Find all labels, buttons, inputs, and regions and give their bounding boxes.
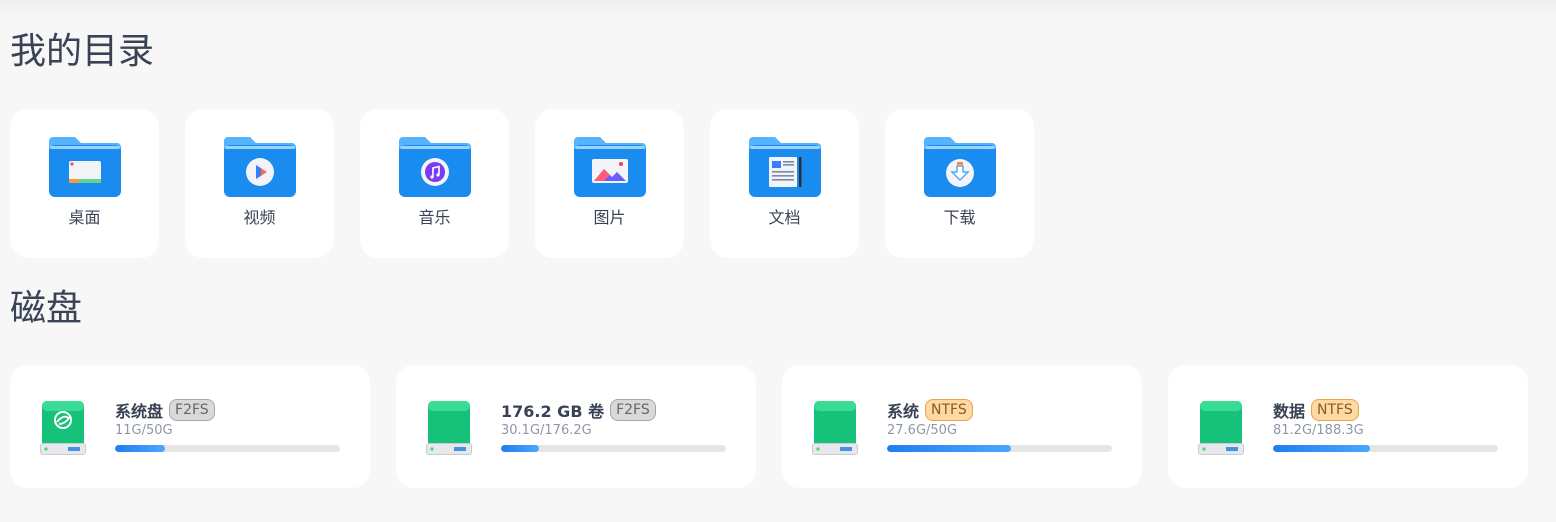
folder-pictures[interactable]: 图片 xyxy=(535,109,684,258)
fs-badge: F2FS xyxy=(610,399,656,421)
disk-usage: 27.6G/50G xyxy=(887,423,958,438)
disk-name: 系统 xyxy=(887,402,920,421)
disk-usage-bar-fill xyxy=(887,445,1011,452)
disks-list: 系统盘 F2FS 11G/50G 176.2 GB 卷 F2FS 30.1G/1… xyxy=(10,365,1528,488)
disk-info: 176.2 GB 卷 F2FS 30.1G/176.2G xyxy=(501,398,726,452)
folder-video[interactable]: 视频 xyxy=(185,109,334,258)
disk-usage-bar xyxy=(501,445,726,452)
fs-badge: NTFS xyxy=(925,399,973,421)
folder-documents[interactable]: 文档 xyxy=(710,109,859,258)
disk-usage-bar xyxy=(887,445,1112,452)
disk-usage-bar xyxy=(115,445,340,452)
disk-usage: 30.1G/176.2G xyxy=(501,423,592,438)
disk-head: 系统盘 F2FS xyxy=(115,398,340,422)
disk-card-system[interactable]: 系统盘 F2FS 11G/50G xyxy=(10,365,370,488)
disk-card-volume[interactable]: 176.2 GB 卷 F2FS 30.1G/176.2G xyxy=(396,365,756,488)
disk-usage: 11G/50G xyxy=(115,423,173,438)
directories-list: 桌面 视频 音乐 图片 文档 下载 xyxy=(10,109,1034,258)
system-disk-icon xyxy=(40,401,86,455)
disk-icon xyxy=(1198,401,1244,455)
disk-name: 系统盘 xyxy=(115,402,164,421)
disk-usage-bar-fill xyxy=(501,445,540,452)
folder-music[interactable]: 音乐 xyxy=(360,109,509,258)
disk-info: 数据 NTFS 81.2G/188.3G xyxy=(1273,398,1498,452)
folder-label: 桌面 xyxy=(68,208,101,227)
folder-downloads[interactable]: 下载 xyxy=(885,109,1034,258)
disks-title: 磁盘 xyxy=(10,288,83,329)
directories-title: 我的目录 xyxy=(10,31,155,72)
disk-head: 数据 NTFS xyxy=(1273,398,1498,422)
disk-name: 176.2 GB 卷 xyxy=(501,402,605,421)
disk-info: 系统盘 F2FS 11G/50G xyxy=(115,398,340,452)
fs-badge: F2FS xyxy=(169,399,215,421)
top-shadow xyxy=(0,0,1556,18)
folder-desktop[interactable]: 桌面 xyxy=(10,109,159,258)
document-folder-icon xyxy=(748,137,821,197)
disk-usage: 81.2G/188.3G xyxy=(1273,423,1364,438)
download-folder-icon xyxy=(923,137,996,197)
disk-card-data[interactable]: 数据 NTFS 81.2G/188.3G xyxy=(1168,365,1528,488)
disk-name: 数据 xyxy=(1273,402,1306,421)
disk-card-ntfs-system[interactable]: 系统 NTFS 27.6G/50G xyxy=(782,365,1142,488)
folder-label: 视频 xyxy=(243,208,276,227)
desktop-folder-icon xyxy=(48,137,121,197)
disk-usage-bar-fill xyxy=(115,445,165,452)
folder-label: 文档 xyxy=(768,208,801,227)
disk-head: 176.2 GB 卷 F2FS xyxy=(501,398,726,422)
picture-folder-icon xyxy=(573,137,646,197)
music-folder-icon xyxy=(398,137,471,197)
folder-label: 音乐 xyxy=(418,208,451,227)
disk-icon xyxy=(426,401,472,455)
disk-icon xyxy=(812,401,858,455)
disk-info: 系统 NTFS 27.6G/50G xyxy=(887,398,1112,452)
disk-usage-bar xyxy=(1273,445,1498,452)
disk-head: 系统 NTFS xyxy=(887,398,1112,422)
folder-label: 图片 xyxy=(593,208,626,227)
fs-badge: NTFS xyxy=(1311,399,1359,421)
video-folder-icon xyxy=(223,137,296,197)
disk-usage-bar-fill xyxy=(1273,445,1370,452)
folder-label: 下载 xyxy=(943,208,976,227)
